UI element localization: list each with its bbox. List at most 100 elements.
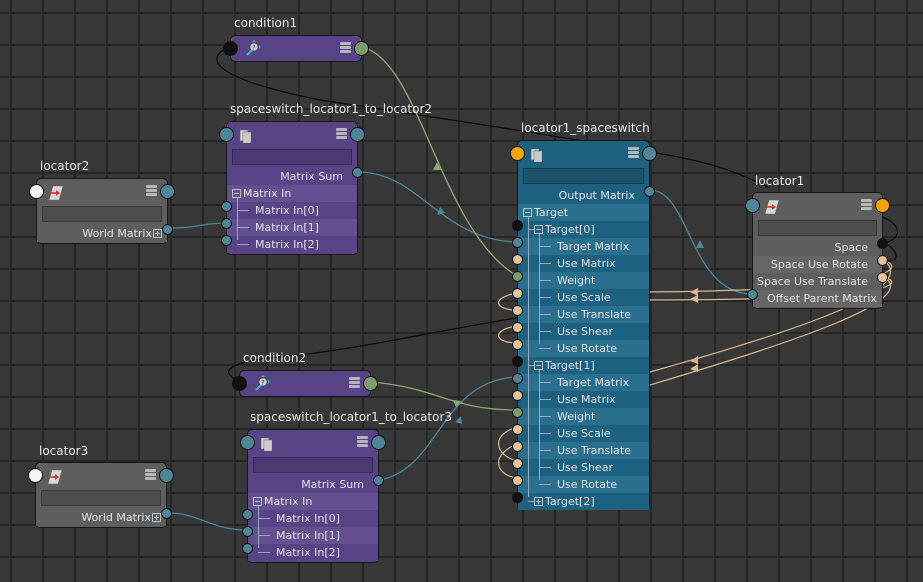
locator2-title: locator2 [40, 159, 90, 173]
menu-icon[interactable] [357, 436, 368, 449]
ss3-name-field[interactable] [253, 457, 373, 473]
menu-icon[interactable] [145, 469, 156, 482]
wire-condition2-to-weight1 [370, 381, 518, 411]
ss2-matrix-in-2-port[interactable] [221, 235, 232, 246]
blend-target1-weight-port[interactable] [512, 407, 523, 418]
blend-target1-use-shear-port[interactable] [512, 458, 523, 469]
blend-attr-label: Use Scale [557, 427, 611, 440]
ss3-matrix-in-0-port[interactable] [242, 509, 253, 520]
locator1-output-port[interactable] [875, 198, 890, 213]
wire-condition1-to-weight0 [361, 46, 518, 277]
wire-locator2-to-ss2 [167, 222, 229, 229]
wire-arrow [690, 295, 698, 303]
blend-input-port[interactable] [510, 146, 525, 161]
collapse-toggle-icon[interactable] [232, 189, 241, 198]
menu-icon[interactable] [336, 128, 347, 141]
menu-icon[interactable] [340, 42, 351, 55]
ss2-matrix-in-0-port[interactable] [221, 201, 232, 212]
locator3-world-matrix-port[interactable] [161, 508, 172, 519]
locator3-node[interactable]: World Matrix [28, 462, 174, 528]
ss3-node[interactable]: Matrix Sum Matrix In Matrix In[0] Matrix… [240, 429, 386, 563]
wire-arrow [453, 400, 461, 407]
blend-target0-use-scale-port[interactable] [512, 288, 523, 299]
blend-target1-use-matrix-port[interactable] [512, 390, 523, 401]
blend-output-port[interactable] [642, 146, 657, 161]
locator1-attr-row: Space Use Rotate [753, 256, 882, 273]
condition1-message-port[interactable] [223, 41, 238, 56]
ss3-matrix-in-2-port[interactable] [242, 543, 253, 554]
blend-attr-row: Use Rotate [518, 476, 649, 493]
ss3-matrix-in-1-port[interactable] [242, 526, 253, 537]
blend-attr-row: Use Matrix [518, 255, 649, 272]
blend-target0-use-translate-port[interactable] [512, 305, 523, 316]
ss2-input-row: Matrix In[1] [227, 219, 357, 236]
locator1-input-port[interactable] [745, 198, 760, 213]
menu-icon[interactable] [628, 147, 639, 160]
expand-toggle-icon[interactable] [153, 229, 162, 238]
blend-target0-weight-port[interactable] [512, 271, 523, 282]
matrix-icon [239, 129, 252, 144]
blend-attr-row: Target Matrix [518, 374, 649, 391]
locator2-output-label: World Matrix [82, 227, 152, 240]
locator1-name-field[interactable] [758, 220, 877, 236]
locator1-space-use-translate-port[interactable] [877, 272, 888, 283]
menu-icon[interactable] [861, 199, 872, 212]
menu-icon[interactable] [146, 185, 157, 198]
ss2-group-label: Matrix In [243, 187, 292, 200]
ss3-input-port[interactable] [240, 435, 255, 450]
blend-target-label: Target[0] [545, 223, 595, 236]
ss2-input-row: Matrix In[0] [227, 202, 357, 219]
blend-target1-port[interactable] [512, 356, 523, 367]
locator1-space-port[interactable] [877, 238, 888, 249]
ss2-name-field[interactable] [232, 149, 352, 165]
ss3-matrix-sum-port[interactable] [373, 475, 384, 486]
blend-attr-label: Weight [557, 274, 596, 287]
expand-toggle-icon[interactable] [534, 497, 543, 506]
collapse-toggle-icon[interactable] [523, 208, 532, 217]
ss2-matrix-sum-port[interactable] [352, 167, 363, 178]
ss2-output-port[interactable] [350, 127, 365, 142]
locator3-name-field[interactable] [41, 490, 161, 506]
blend-output-matrix-port[interactable] [644, 186, 655, 197]
blend-target2-port[interactable] [512, 492, 523, 503]
ss2-node[interactable]: Matrix Sum Matrix In Matrix In[0] Matrix… [219, 121, 365, 255]
matrix-icon [260, 437, 273, 452]
locator1-title: locator1 [755, 174, 805, 188]
condition2-output-port[interactable] [363, 376, 378, 391]
blend-target1-use-rotate-port[interactable] [512, 475, 523, 486]
menu-icon[interactable] [349, 377, 360, 390]
ss3-input-row: Matrix In[1] [248, 527, 378, 544]
condition2-node[interactable]: ? [232, 370, 378, 397]
ss2-matrix-in-1-port[interactable] [221, 218, 232, 229]
blend-target0-port[interactable] [512, 220, 523, 231]
blend-attr-row: Weight [518, 272, 649, 289]
locator1-space-use-rotate-port[interactable] [877, 255, 888, 266]
blend-target1-matrix-port[interactable] [512, 373, 523, 384]
blend-node[interactable]: Output Matrix Target Target[0] Target Ma… [510, 140, 657, 510]
locator2-node[interactable]: World Matrix [29, 178, 175, 244]
locator2-world-matrix-port[interactable] [162, 224, 173, 235]
locator1-offset-parent-matrix-port[interactable] [747, 289, 758, 300]
locator2-input-port[interactable] [29, 184, 44, 199]
locator2-name-field[interactable] [42, 206, 162, 222]
locator3-input-port[interactable] [28, 468, 43, 483]
expand-toggle-icon[interactable] [152, 513, 161, 522]
condition1-output-port[interactable] [354, 41, 369, 56]
ss2-input-port[interactable] [219, 127, 234, 142]
collapse-toggle-icon[interactable] [253, 497, 262, 506]
locator1-node[interactable]: Space Space Use Rotate Space Use Transla… [745, 192, 890, 309]
locator3-output-port[interactable] [159, 468, 174, 483]
blend-name-field[interactable] [523, 168, 644, 184]
locator2-output-port[interactable] [160, 184, 175, 199]
ss3-output-port[interactable] [371, 435, 386, 450]
condition1-node[interactable]: ? [223, 35, 369, 62]
collapse-toggle-icon[interactable] [534, 225, 543, 234]
blend-target1-use-translate-port[interactable] [512, 441, 523, 452]
blend-target0-use-rotate-port[interactable] [512, 339, 523, 350]
collapse-toggle-icon[interactable] [534, 361, 543, 370]
blend-target0-matrix-port[interactable] [512, 237, 523, 248]
condition2-message-port[interactable] [232, 376, 247, 391]
blend-target1-use-scale-port[interactable] [512, 424, 523, 435]
blend-target0-use-shear-port[interactable] [512, 322, 523, 333]
blend-target0-use-matrix-port[interactable] [512, 254, 523, 265]
